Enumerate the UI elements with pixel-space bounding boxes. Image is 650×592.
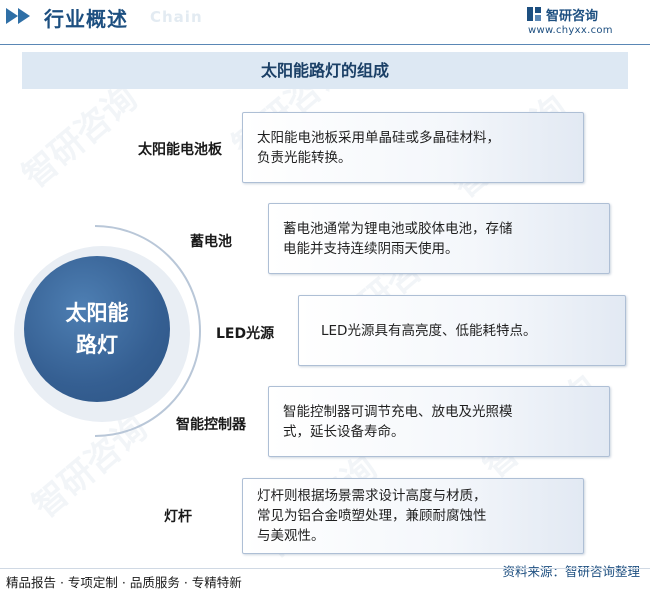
component-desc-line: 电能并支持连续阴雨天使用。 bbox=[283, 241, 459, 257]
footer-divider bbox=[0, 568, 650, 569]
component-desc-line: 常见为铝合金喷塑处理，兼顾耐腐蚀性 bbox=[257, 508, 487, 524]
component-desc-line: 智能控制器可调节充电、放电及光照模 bbox=[283, 404, 513, 420]
page-footer: 资料来源：智研咨询整理 精品报告 · 专项定制 · 品质服务 · 专精特新 bbox=[0, 564, 650, 592]
footer-slogan: 精品报告 · 专项定制 · 品质服务 · 专精特新 bbox=[6, 575, 242, 590]
component-name: 蓄电池 bbox=[190, 234, 232, 250]
component-desc-line: 与美观性。 bbox=[257, 528, 325, 544]
component-name: 灯杆 bbox=[164, 509, 192, 525]
component-desc-line: 负责光能转换。 bbox=[257, 150, 352, 166]
component-card: 灯杆则根据场景需求设计高度与材质， 常见为铝合金喷塑处理，兼顾耐腐蚀性 与美观性… bbox=[242, 478, 584, 554]
component-desc-line: LED光源具有高亮度、低能耗特点。 bbox=[321, 323, 537, 339]
source-note: 资料来源：智研咨询整理 bbox=[502, 564, 640, 579]
component-desc-line: 蓄电池通常为锂电池或胶体电池，存储 bbox=[283, 221, 513, 237]
component-name: 智能控制器 bbox=[176, 417, 246, 433]
component-card: 太阳能电池板采用单晶硅或多晶硅材料， 负责光能转换。 bbox=[242, 112, 584, 183]
component-desc-line: 太阳能电池板采用单晶硅或多晶硅材料， bbox=[257, 130, 500, 146]
center-label: 太阳能路灯 bbox=[65, 301, 129, 357]
component-name: LED光源 bbox=[216, 326, 275, 342]
component-card: 智能控制器可调节充电、放电及光照模 式，延长设备寿命。 bbox=[268, 386, 610, 457]
component-name: 太阳能电池板 bbox=[138, 142, 222, 158]
component-desc-line: 式，延长设备寿命。 bbox=[283, 424, 405, 440]
component-card: LED光源具有高亮度、低能耗特点。 bbox=[298, 295, 626, 366]
component-desc-line: 灯杆则根据场景需求设计高度与材质， bbox=[257, 488, 487, 504]
center-node: 太阳能路灯 bbox=[24, 256, 170, 402]
component-card: 蓄电池通常为锂电池或胶体电池，存储 电能并支持连续阴雨天使用。 bbox=[268, 203, 610, 274]
